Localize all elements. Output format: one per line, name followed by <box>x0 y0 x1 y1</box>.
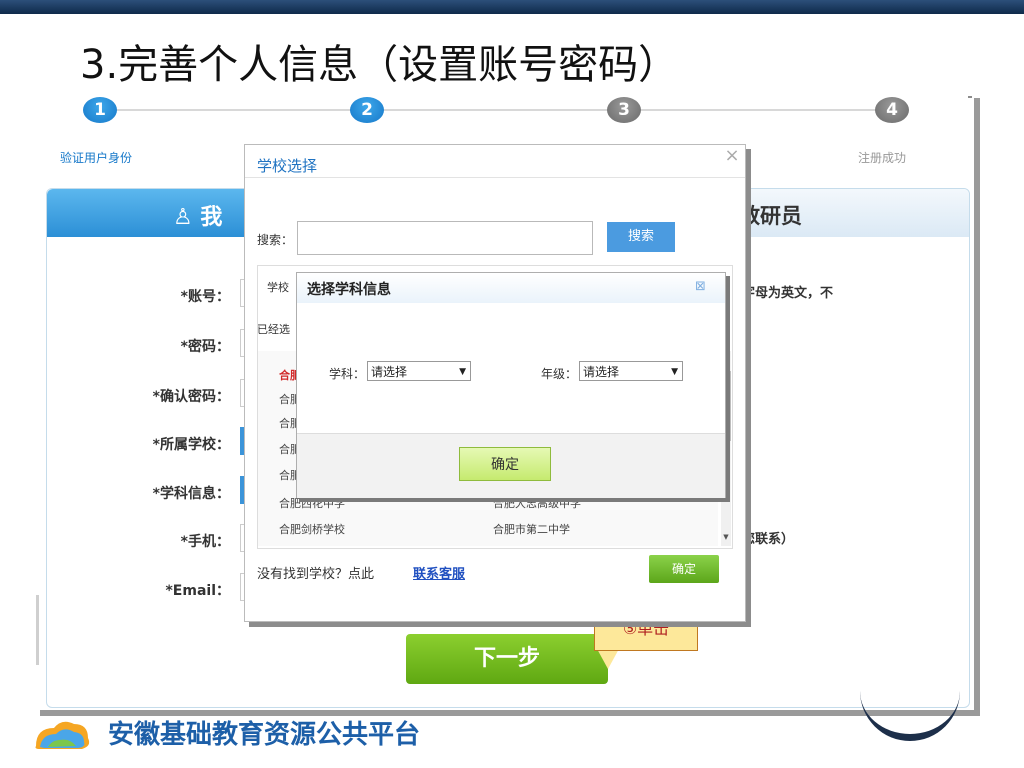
subject-label: 学科： <box>329 367 366 381</box>
step-1-circle: 1 <box>83 97 117 123</box>
subject-select-dialog: 选择学科信息 ⊠ 学科： 请选择 ▼ 年级： 请选择 ▼ 确定 <box>296 272 726 498</box>
user-icon: ♙ <box>173 205 193 230</box>
close-icon[interactable]: ⊠ <box>695 279 706 294</box>
subject-select-value: 请选择 <box>371 365 408 379</box>
school-list-header: 学校 <box>267 281 289 294</box>
label-subject: *学科信息： <box>152 486 230 502</box>
subject-dialog-title: 选择学科信息 <box>307 282 391 298</box>
scroll-down-icon[interactable]: ▼ <box>721 533 731 545</box>
grade-select[interactable]: 请选择 ▼ <box>579 361 683 381</box>
school-confirm-button[interactable]: 确定 <box>649 555 719 583</box>
tab-teacher[interactable]: ♙ 我 <box>173 199 222 231</box>
platform-logo-icon <box>35 721 90 749</box>
subject-select[interactable]: 请选择 ▼ <box>367 361 471 381</box>
step-2-circle: 2 <box>350 97 384 123</box>
subject-confirm-button[interactable]: 确定 <box>459 447 551 481</box>
phone-hint: 您联系） <box>742 532 795 547</box>
dialog-divider <box>245 177 745 178</box>
top-title-bar <box>0 0 1024 14</box>
account-hint: 字母为英文，不 <box>742 286 834 301</box>
search-label: 搜索： <box>257 233 294 247</box>
tab-researcher[interactable]: 教研员 <box>739 200 802 230</box>
school-list-item[interactable]: 合肥剑桥学校 <box>279 521 345 537</box>
step-4-circle: 4 <box>875 97 909 123</box>
contact-support-link[interactable]: 联系客服 <box>413 563 465 582</box>
label-phone: *手机： <box>180 534 230 550</box>
search-button[interactable]: 搜索 <box>607 222 675 252</box>
school-dialog-title: 学校选择 <box>257 157 318 175</box>
school-not-found-text: 没有找到学校？点此 <box>257 567 375 582</box>
close-icon[interactable]: × <box>723 147 741 165</box>
grade-label: 年级： <box>541 367 578 381</box>
step-1-label: 验证用户身份 <box>60 151 133 165</box>
label-confirm-password: *确认密码： <box>152 389 230 405</box>
step-3-circle: 3 <box>607 97 641 123</box>
selected-schools-label: 已经选 <box>257 323 290 336</box>
progress-track <box>100 109 900 111</box>
label-password: *密码： <box>180 339 230 355</box>
school-list-item[interactable]: 合肥市第二中学 <box>493 521 570 537</box>
label-email: *Email： <box>165 583 230 599</box>
step-4-label: 注册成功 <box>858 151 907 165</box>
slide-title: 3.完善个人信息（设置账号密码） <box>80 42 679 88</box>
chevron-down-icon: ▼ <box>671 367 678 377</box>
frame-left-edge <box>36 595 39 665</box>
next-step-button[interactable]: 下一步 <box>406 634 608 684</box>
label-account: *账号： <box>180 289 230 305</box>
chevron-down-icon: ▼ <box>459 367 466 377</box>
school-search-input[interactable] <box>297 221 593 255</box>
label-school: *所属学校： <box>152 437 230 453</box>
footer-platform-name: 安徽基础教育资源公共平台 <box>108 720 421 750</box>
decorative-swoosh <box>860 690 960 741</box>
grade-select-value: 请选择 <box>583 365 620 379</box>
